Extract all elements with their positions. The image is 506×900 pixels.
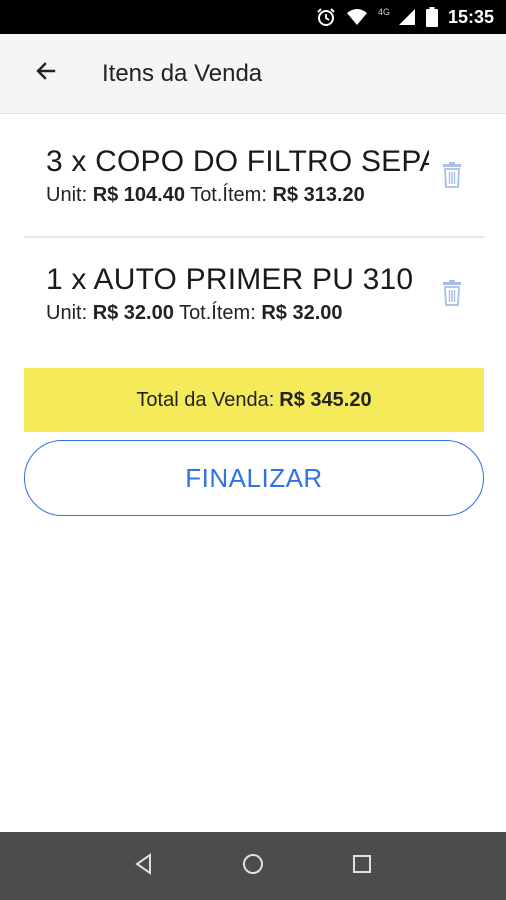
item-total-label: Tot.Ítem: — [179, 301, 256, 324]
unit-label: Unit: — [46, 301, 88, 324]
item-prices: Unit: R$ 104.40 Tot.Ítem: R$ 313.20 — [46, 184, 429, 207]
back-button[interactable] — [18, 46, 74, 102]
battery-icon — [425, 7, 438, 27]
navigation-bar — [0, 832, 506, 900]
trash-icon — [440, 280, 464, 311]
clock-time: 15:35 — [447, 6, 494, 27]
nav-recents-button[interactable] — [342, 846, 382, 886]
sale-total-value: R$ 345.20 — [279, 388, 372, 411]
unit-label: Unit: — [46, 183, 88, 206]
list-item[interactable]: 3 x COPO DO FILTRO SEPARADOR Unit: R$ 10… — [24, 114, 484, 238]
item-name: 1 x AUTO PRIMER PU 310 — [46, 262, 414, 296]
item-total-label: Tot.Ítem: — [190, 183, 267, 206]
sale-total-bar: Total da Venda: R$ 345.20 — [24, 368, 484, 432]
delete-item-button[interactable] — [440, 161, 464, 189]
item-details: 1 x AUTO PRIMER PU 310 Unit: R$ 32.00 To… — [24, 262, 429, 325]
delete-item-button[interactable] — [440, 279, 464, 307]
alarm-icon — [316, 7, 336, 27]
finalize-button[interactable]: FINALIZAR — [24, 440, 484, 516]
circle-home-icon — [241, 852, 265, 881]
triangle-back-icon — [133, 852, 155, 880]
nav-home-button[interactable] — [233, 846, 273, 886]
app-bar: Itens da Venda — [0, 34, 506, 114]
item-prices: Unit: R$ 32.00 Tot.Ítem: R$ 32.00 — [46, 302, 429, 325]
sale-items-list: 3 x COPO DO FILTRO SEPARADOR Unit: R$ 10… — [24, 114, 484, 348]
page-title: Itens da Venda — [102, 59, 263, 87]
item-total-value: R$ 313.20 — [272, 183, 365, 206]
item-details: 3 x COPO DO FILTRO SEPARADOR Unit: R$ 10… — [24, 144, 429, 207]
status-bar: 4G 15:35 — [0, 0, 506, 34]
nav-back-button[interactable] — [124, 846, 164, 886]
unit-value: R$ 104.40 — [92, 183, 185, 206]
arrow-left-icon — [34, 59, 58, 88]
unit-value: R$ 32.00 — [92, 301, 174, 324]
list-item[interactable]: 1 x AUTO PRIMER PU 310 Unit: R$ 32.00 To… — [24, 238, 484, 348]
square-recents-icon — [351, 853, 373, 880]
trash-icon — [440, 162, 464, 193]
sale-total-label: Total da Venda: — [136, 388, 275, 411]
network-type-label: 4G — [377, 7, 390, 17]
item-total-value: R$ 32.00 — [261, 301, 343, 324]
item-name: 3 x COPO DO FILTRO SEPARADOR — [46, 144, 429, 178]
signal-icon — [398, 8, 416, 26]
wifi-icon — [346, 8, 368, 26]
